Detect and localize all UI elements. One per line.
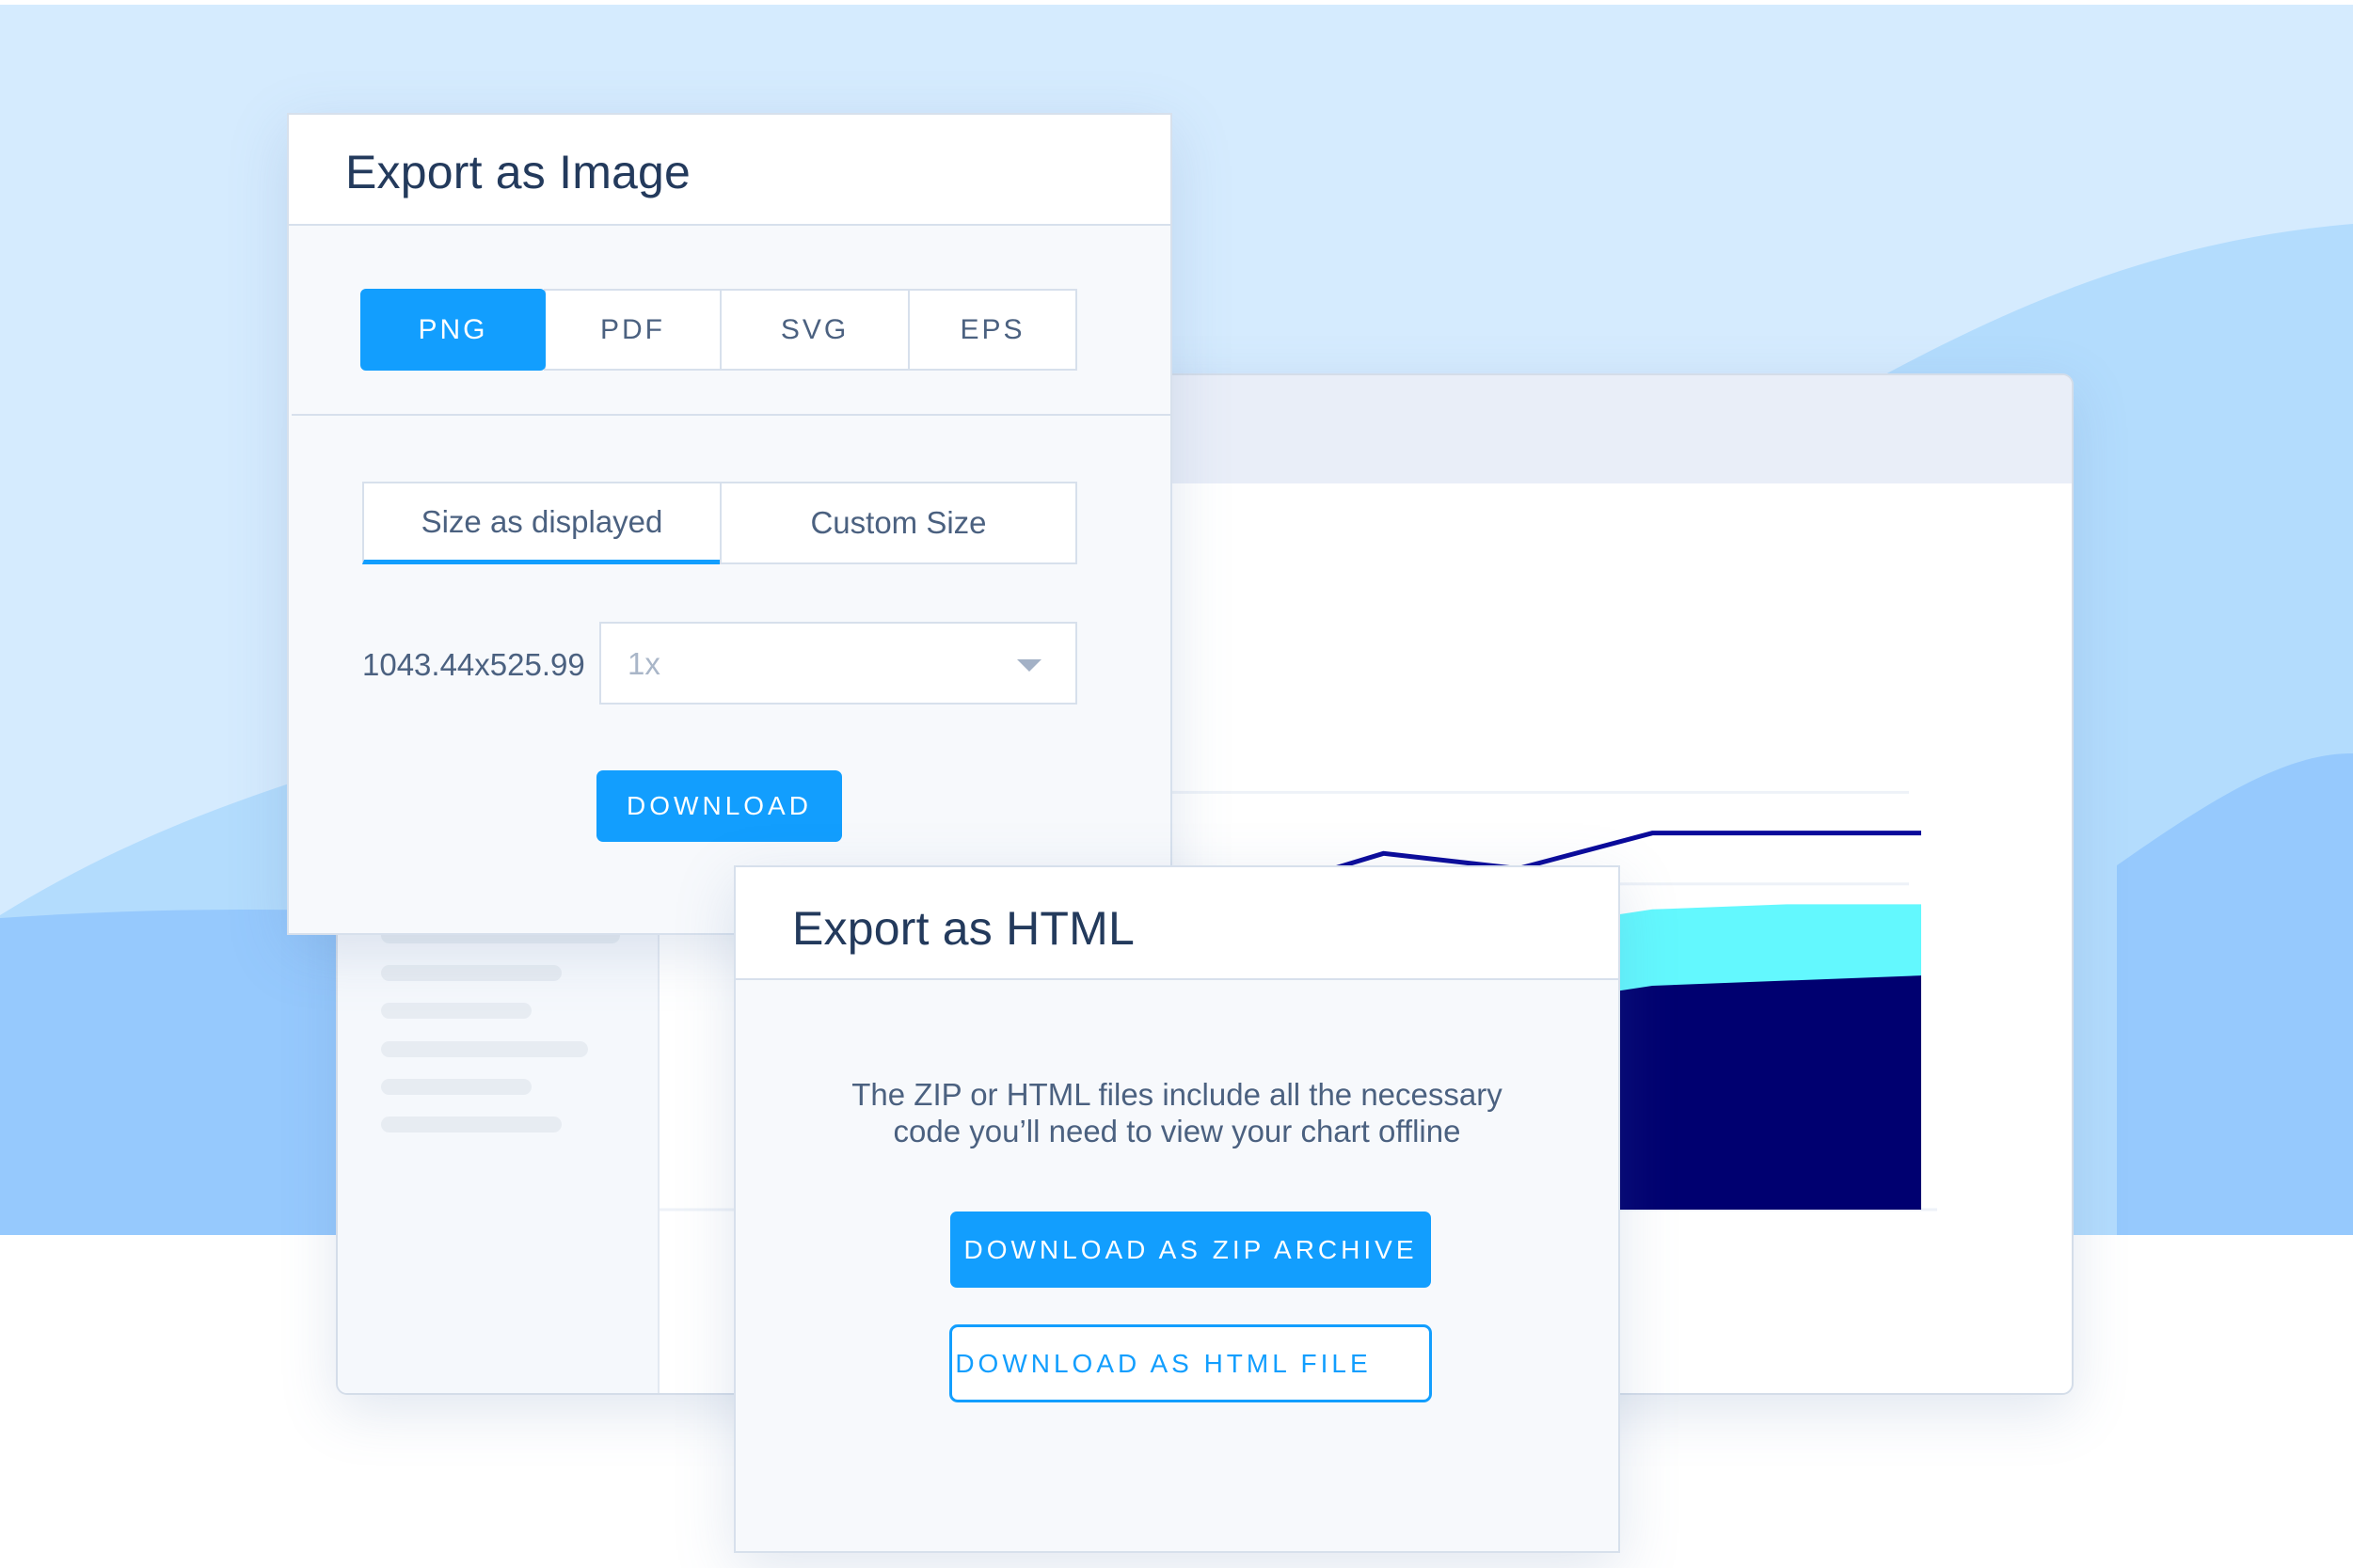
size-tab-custom[interactable]: Custom Size <box>720 482 1077 564</box>
format-tab-svg[interactable]: SVG <box>720 289 910 371</box>
format-tab-label: EPS <box>960 313 1025 345</box>
export-image-title: Export as Image <box>345 146 692 198</box>
download-html-file-button[interactable]: DOWNLOAD AS HTML FILE <box>949 1324 1432 1402</box>
export-html-description: The ZIP or HTML files include all the ne… <box>736 1076 1618 1149</box>
size-tab-as-displayed[interactable]: Size as displayed <box>362 482 722 564</box>
download-button-label: DOWNLOAD <box>627 791 812 820</box>
format-tab-pdf[interactable]: PDF <box>544 289 722 371</box>
export-html-title: Export as HTML <box>792 902 1136 955</box>
format-tab-label: PDF <box>600 313 665 345</box>
export-image-panel: Export as Image PNG PDF SVG EPS Size as … <box>287 113 1172 935</box>
size-tab-label: Size as displayed <box>421 503 663 539</box>
export-image-header: Export as Image <box>289 115 1170 226</box>
scale-select-value: 1x <box>628 646 660 681</box>
description-line: The ZIP or HTML files include all the ne… <box>851 1077 1502 1112</box>
download-button[interactable]: DOWNLOAD <box>596 770 842 842</box>
download-html-file-label: DOWNLOAD AS HTML FILE <box>955 1348 1372 1378</box>
format-tab-label: SVG <box>780 313 850 345</box>
download-zip-label: DOWNLOAD AS ZIP ARCHIVE <box>963 1234 1418 1264</box>
export-html-panel: Export as HTML The ZIP or HTML files inc… <box>734 865 1620 1553</box>
format-tab-label: PNG <box>418 313 488 345</box>
chevron-down-icon <box>1017 659 1041 672</box>
format-tab-png[interactable]: PNG <box>360 289 546 371</box>
size-dimensions-label: 1043.44x525.99 <box>362 647 585 682</box>
download-zip-button[interactable]: DOWNLOAD AS ZIP ARCHIVE <box>950 1212 1431 1288</box>
divider <box>292 414 1171 416</box>
scale-select[interactable]: 1x <box>599 622 1077 705</box>
size-tab-label: Custom Size <box>810 505 987 540</box>
description-line: code you’ll need to view your chart offl… <box>893 1114 1461 1148</box>
export-html-header: Export as HTML <box>736 867 1618 980</box>
format-tab-eps[interactable]: EPS <box>908 289 1077 371</box>
